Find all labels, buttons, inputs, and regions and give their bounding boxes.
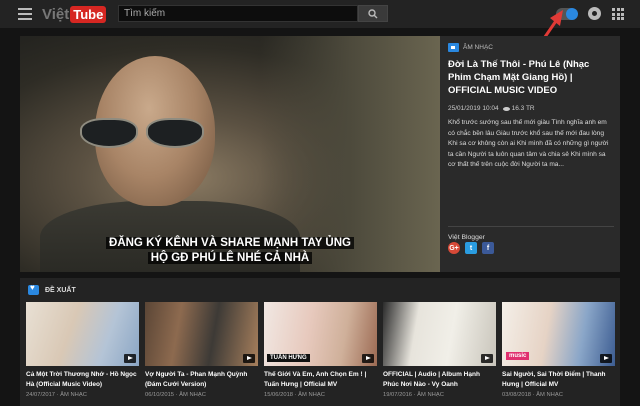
play-icon	[600, 354, 612, 363]
play-icon	[481, 354, 493, 363]
video-description: Khổ trước sướng sau thế mới giàu Tình ng…	[448, 119, 609, 168]
search-input[interactable]	[118, 5, 358, 22]
facebook-icon[interactable]: f	[482, 242, 494, 254]
video-card[interactable]: TUẤN HƯNG Thế Giới Và Em, Anh Chọn Em ! …	[264, 302, 377, 398]
search-icon	[368, 8, 378, 18]
video-card-meta: 06/10/2015 · ÂM NHẠC	[145, 392, 206, 398]
video-card-title[interactable]: OFFICIAL | Audio | Album Hạnh Phúc Nơi N…	[383, 370, 496, 389]
video-thumbnail[interactable]	[145, 302, 258, 366]
google-plus-icon[interactable]: G+	[448, 242, 460, 254]
video-meta: 25/01/2019 10:04 16.3 TR	[448, 105, 614, 112]
search-button[interactable]	[358, 5, 388, 22]
play-icon	[362, 354, 374, 363]
video-card[interactable]: Cả Một Trời Thương Nhớ - Hồ Ngọc Hà (Off…	[26, 302, 139, 398]
category-row: ÂM NHẠC	[448, 42, 614, 52]
video-info: ÂM NHẠC Đời Là Thế Thôi - Phú Lê (Nhạc P…	[448, 42, 614, 254]
card-date: 06/10/2015	[145, 392, 175, 398]
video-card-meta: 19/07/2016 · ÂM NHẠC	[383, 392, 444, 398]
author-name[interactable]: Việt Blogger	[448, 234, 485, 241]
video-card-title[interactable]: Vợ Người Ta - Phan Mạnh Quỳnh (Đám Cưới …	[145, 370, 258, 389]
divider	[448, 226, 614, 227]
card-date: 19/07/2016	[383, 392, 413, 398]
apps-grid-icon[interactable]	[612, 8, 624, 20]
video-caption: ĐĂNG KÝ KÊNH VÀ SHARE MẠNH TAY ỦNG HỘ GĐ…	[20, 236, 440, 266]
share-buttons: G+ t f	[448, 242, 494, 254]
caption-line-1: ĐĂNG KÝ KÊNH VÀ SHARE MẠNH TAY ỦNG	[106, 237, 354, 249]
card-category: ÂM NHẠC	[60, 392, 87, 398]
card-date: 24/07/2017	[26, 392, 56, 398]
video-card-meta: 03/08/2018 · ÂM NHẠC	[502, 392, 563, 398]
card-date: 15/06/2018	[264, 392, 294, 398]
video-player[interactable]: ĐĂNG KÝ KÊNH VÀ SHARE MẠNH TAY ỦNG HỘ GĐ…	[20, 36, 440, 272]
recommended-section: ĐỀ XUẤT Cả Một Trời Thương Nhớ - Hồ Ngọc…	[20, 278, 620, 406]
recommended-list: Cả Một Trời Thương Nhớ - Hồ Ngọc Hà (Off…	[26, 302, 615, 398]
heart-icon	[28, 283, 39, 295]
play-icon	[243, 354, 255, 363]
video-thumbnail[interactable]	[383, 302, 496, 366]
twitter-icon[interactable]: t	[465, 242, 477, 254]
video-thumbnail[interactable]: music	[502, 302, 615, 366]
video-thumbnail[interactable]: TUẤN HƯNG	[264, 302, 377, 366]
caption-line-2: HỘ GĐ PHÚ LÊ NHÉ CẢ NHÀ	[147, 252, 313, 264]
menu-icon[interactable]	[18, 8, 32, 20]
recommended-heading: ĐỀ XUẤT	[45, 286, 76, 294]
video-card[interactable]: OFFICIAL | Audio | Album Hạnh Phúc Nơi N…	[383, 302, 496, 398]
tag-icon	[448, 42, 459, 52]
card-category: ÂM NHẠC	[179, 392, 206, 398]
view-count: 16.3 TR	[511, 105, 535, 112]
video-card-title[interactable]: Cả Một Trời Thương Nhớ - Hồ Ngọc Hà (Off…	[26, 370, 139, 389]
video-card[interactable]: music Sai Người, Sai Thời Điểm | Thanh H…	[502, 302, 615, 398]
thumbnail-overlay-text: TUẤN HƯNG	[267, 354, 310, 362]
video-card-meta: 24/07/2017 · ÂM NHẠC	[26, 392, 87, 398]
featured-video-panel: ĐĂNG KÝ KÊNH VÀ SHARE MẠNH TAY ỦNG HỘ GĐ…	[20, 36, 620, 272]
player-figure-glasses	[80, 118, 210, 150]
eye-icon	[502, 106, 510, 111]
video-card-meta: 15/06/2018 · ÂM NHẠC	[264, 392, 325, 398]
card-category: ÂM NHẠC	[417, 392, 444, 398]
site-logo[interactable]: Việt Tube	[42, 5, 107, 23]
thumbnail-overlay-text: music	[506, 352, 530, 360]
logo-text-tube: Tube	[70, 5, 107, 23]
video-card[interactable]: Vợ Người Ta - Phan Mạnh Quỳnh (Đám Cưới …	[145, 302, 258, 398]
card-category: ÂM NHẠC	[298, 392, 325, 398]
video-card-title[interactable]: Sai Người, Sai Thời Điểm | Thanh Hưng | …	[502, 370, 615, 389]
notification-icon[interactable]	[588, 7, 601, 20]
logo-text-viet: Việt	[42, 5, 70, 23]
recommended-header: ĐỀ XUẤT	[28, 283, 76, 295]
video-date: 25/01/2019 10:04	[448, 105, 499, 112]
play-icon	[124, 354, 136, 363]
video-card-title[interactable]: Thế Giới Và Em, Anh Chọn Em ! | Tuấn Hưn…	[264, 370, 377, 389]
card-category: ÂM NHẠC	[536, 392, 563, 398]
category-label[interactable]: ÂM NHẠC	[463, 44, 493, 51]
video-thumbnail[interactable]	[26, 302, 139, 366]
card-date: 03/08/2018	[502, 392, 532, 398]
video-title[interactable]: Đời Là Thế Thôi - Phú Lê (Nhạc Phim Chạm…	[448, 58, 614, 97]
